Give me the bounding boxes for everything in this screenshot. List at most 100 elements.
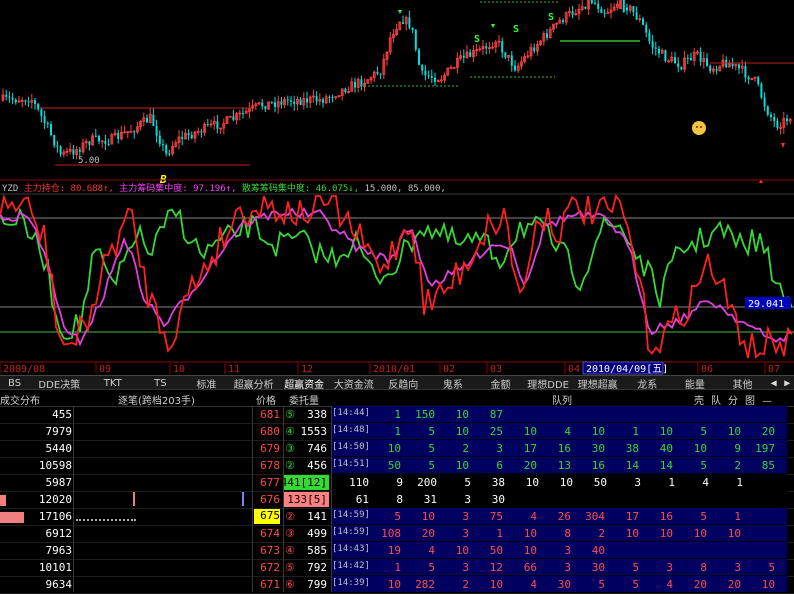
queue-entry: 3 — [464, 493, 471, 506]
stock-chart[interactable]: BSSS5.00YZD 主力持仓: 80.688↑, 主力筹码集中度: 97.1… — [0, 0, 794, 375]
queue-cell: [14:51] 50 5 10 6 20 13 16 14 14 5 2 85 — [331, 457, 787, 473]
candle-body — [72, 149, 75, 155]
queue-entry: 20 — [727, 578, 741, 591]
order-qty-cell: ③ 746 — [283, 441, 329, 456]
queue-entry: 10 — [421, 510, 435, 523]
level-number: ④ — [285, 425, 295, 438]
smiley-icon — [692, 121, 706, 135]
level-number: ③ — [285, 527, 295, 540]
queue-entry: 3 — [564, 561, 571, 574]
queue-entry: 10 — [489, 578, 503, 591]
order-qty-cell: ④ 1553 — [283, 424, 329, 439]
price-value: 681 — [260, 408, 280, 421]
order-row[interactable]: 6912 674 ③ 499 [14:59] 108 20 3 1 10 8 2 10 10 10 10 — [0, 525, 794, 543]
candle-body — [533, 47, 536, 52]
tab-scroll-right-icon[interactable]: ▶ — [780, 378, 794, 389]
queue-entry: 17 — [625, 510, 639, 523]
month-label: 07 — [768, 364, 780, 375]
queue-entry: 26 — [557, 510, 571, 523]
indicator-tab-bar: BS DDE决策 TKT TS 标准 超赢分析 超赢资金 大资金流 反趋向 鬼系 金额 理想DDE 理想… — [0, 375, 794, 391]
candle-body — [8, 96, 11, 98]
order-qty: 585 — [307, 544, 327, 557]
order-qty: 456 — [307, 459, 327, 472]
candle-body — [766, 106, 769, 115]
column-divider — [73, 406, 74, 592]
queue-entry: 38 — [491, 476, 505, 489]
queue-cell: 61 8 31 3 30 — [331, 491, 787, 507]
column-divider — [283, 406, 284, 592]
queue-entry: 2 — [462, 578, 469, 591]
candle-body — [261, 102, 264, 107]
queue-entry: 10 — [625, 527, 639, 540]
order-row[interactable]: 12020 676 133[5] 61 8 31 3 30 — [0, 491, 794, 509]
candle-body — [594, 2, 596, 4]
main-chip-line — [0, 206, 793, 347]
price-value: 674 — [260, 527, 280, 540]
volume-value: 5440 — [45, 442, 73, 455]
volume-value: 5987 — [45, 476, 73, 489]
candle-body — [78, 149, 81, 152]
candle-body — [427, 75, 430, 77]
queue-time: [14:43] — [332, 544, 370, 554]
date-tag: 2010/04/09[五] — [586, 364, 668, 375]
candle-body — [501, 41, 504, 53]
order-qty-cell: 133[5] — [283, 492, 329, 507]
queue-entry: 10 — [455, 459, 469, 472]
candle-body — [50, 124, 52, 136]
queue-cell: [14:43] 19 4 10 50 10 3 40 — [331, 542, 787, 558]
queue-entry: 10 — [761, 578, 775, 591]
queue-time: [14:42] — [332, 561, 370, 571]
candle-body — [5, 94, 8, 97]
queue-entry: 4 — [428, 544, 435, 557]
queue-entry: 108 — [381, 527, 401, 540]
queue-entry: 19 — [387, 544, 401, 557]
order-row[interactable]: 17106 675 ② 141 [14:59] 5 10 3 75 4 26 304 17 16 5 1 — [0, 508, 794, 526]
candle-body — [452, 67, 456, 69]
tab-3[interactable]: TS — [136, 378, 185, 389]
order-qty: 133[5] — [287, 493, 327, 506]
queue-entry: 2 — [734, 459, 741, 472]
queue-entry: 30 — [557, 578, 571, 591]
candle-body — [360, 79, 363, 87]
month-label: 2010/01 — [373, 364, 415, 375]
order-qty: 338 — [307, 408, 327, 421]
order-row[interactable]: 9634 671 ⑥ 799 [14:39] 10 282 2 10 4 30 5 5 4 20 20 10 — [0, 576, 794, 594]
order-row[interactable]: 10101 672 ⑤ 792 [14:42] 1 5 3 12 66 3 30 5 3 8 3 5 — [0, 559, 794, 577]
queue-entry: 20 — [761, 425, 775, 438]
order-row[interactable]: 7963 673 ④ 585 [14:43] 19 4 10 50 10 3 40 — [0, 542, 794, 560]
candle-body — [43, 116, 46, 124]
queue-entry: 4 — [702, 476, 709, 489]
queue-entry: 110 — [349, 476, 369, 489]
order-row[interactable]: 5987 677 441[12] 110 9 200 5 38 10 10 50 3 1 4 1 — [0, 474, 794, 492]
candle-body — [14, 99, 17, 103]
candle-body — [328, 96, 331, 98]
month-label: 10 — [173, 364, 185, 375]
queue-entry: 3 — [564, 544, 571, 557]
tab-2[interactable]: TKT — [89, 378, 136, 389]
candle-body — [146, 117, 148, 123]
queue-entry: 3 — [666, 561, 673, 574]
volume-value: 7963 — [45, 544, 73, 557]
queue-entry: 5 — [464, 476, 471, 489]
queue-entry: 10 — [727, 425, 741, 438]
order-row[interactable]: 7979 680 ④ 1553 [14:48] 1 5 10 25 10 4 10 1 10 5 10 20 — [0, 423, 794, 441]
order-row[interactable]: 10598 678 ② 456 [14:51] 50 5 10 6 20 13 16 14 14 5 2 85 — [0, 457, 794, 475]
queue-cell: [14:39] 10 282 2 10 4 30 5 5 4 20 20 10 — [331, 576, 787, 592]
candle-body — [152, 114, 155, 126]
order-qty: 1553 — [300, 425, 328, 438]
order-row[interactable]: 5440 679 ③ 746 [14:50] 10 5 2 3 17 16 30 38 40 10 9 197 — [0, 440, 794, 458]
candle-body — [430, 76, 433, 78]
candle-body — [680, 66, 683, 70]
candle-body — [53, 135, 56, 146]
candle-body — [622, 0, 625, 13]
tab-0[interactable]: BS — [0, 378, 29, 389]
candle-body — [322, 99, 324, 103]
tab-scroll-left-icon[interactable]: ◀ — [767, 378, 781, 389]
smiley-eye-icon — [700, 126, 702, 128]
queue-entry: 10 — [659, 527, 673, 540]
order-row[interactable]: 455 681 ⑤ 338 [14:44] 1 150 10 87 — [0, 406, 794, 424]
queue-entry: 9 — [734, 442, 741, 455]
candle-body — [379, 73, 382, 75]
queue-entry: 50 — [593, 476, 607, 489]
candle-body — [56, 145, 59, 147]
